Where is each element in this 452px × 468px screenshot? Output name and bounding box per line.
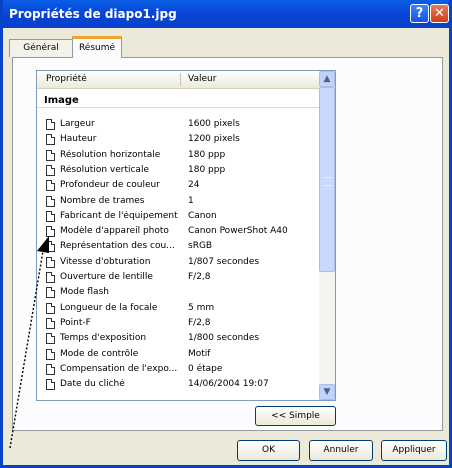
document-icon <box>46 317 55 329</box>
list-item[interactable]: Compensation de l'expo... 0 étape <box>37 363 319 377</box>
document-icon <box>46 134 55 146</box>
list-item[interactable]: Mode flash <box>37 286 319 300</box>
property-value: 180 ppp <box>188 149 226 160</box>
title-bar[interactable]: Propriétés de diapo1.jpg ? ✕ <box>3 0 449 28</box>
list-item[interactable]: Profondeur de couleur 24 <box>37 179 319 193</box>
column-header-value[interactable]: Valeur <box>188 74 216 84</box>
close-button[interactable]: ✕ <box>430 4 449 23</box>
property-value: 24 <box>188 180 200 191</box>
property-name: Représentation des cou... <box>60 241 175 252</box>
property-value: Motif <box>188 348 211 359</box>
property-value: 14/06/2004 19:07 <box>188 379 269 390</box>
list-item[interactable]: Résolution verticale 180 ppp <box>37 164 319 178</box>
property-name: Point-F <box>60 317 91 328</box>
apply-button[interactable]: Appliquer <box>381 440 447 461</box>
document-icon <box>46 119 55 130</box>
grip-icon <box>324 177 331 186</box>
tab-general[interactable]: Général <box>9 39 73 57</box>
group-header: Image <box>44 95 79 106</box>
scroll-down-button[interactable]: ▼ <box>319 384 335 400</box>
property-value: 0 étape <box>188 363 223 374</box>
document-icon <box>46 241 55 253</box>
list-item[interactable]: Représentation des cou... sRGB <box>37 240 319 254</box>
property-name: Temps d'exposition <box>60 333 147 344</box>
list-item[interactable]: Date du cliché 14/06/2004 19:07 <box>37 378 319 392</box>
window-title: Propriétés de diapo1.jpg <box>9 7 177 21</box>
document-icon <box>46 363 55 375</box>
document-icon <box>46 195 55 207</box>
list-item[interactable]: Fabricant de l'équipement Canon <box>37 210 319 224</box>
list-item[interactable]: Mode de contrôle Motif <box>37 348 319 362</box>
property-value: sRGB <box>188 241 213 252</box>
ok-button[interactable]: OK <box>237 440 300 461</box>
property-list[interactable]: Propriété Valeur Image Largeur 1600 pixel… <box>36 70 336 401</box>
property-value: 1600 pixels <box>188 119 240 129</box>
list-item[interactable]: Longueur de la focale 5 mm <box>37 302 319 316</box>
list-item[interactable]: Résolution horizontale 180 ppp <box>37 149 319 163</box>
property-value: Canon <box>188 210 217 221</box>
property-value: 1 <box>188 195 194 206</box>
document-icon <box>46 287 55 299</box>
vertical-scrollbar[interactable]: ▲ ▼ <box>319 71 335 400</box>
property-value: 180 ppp <box>188 164 226 175</box>
property-value: F/2,8 <box>188 317 211 328</box>
property-value: 1/800 secondes <box>188 333 260 344</box>
property-name: Mode de contrôle <box>60 348 139 359</box>
property-name: Hauteur <box>60 134 97 145</box>
list-item[interactable]: Vitesse d'obturation 1/807 secondes <box>37 256 319 270</box>
list-item[interactable]: Hauteur 1200 pixels <box>37 133 319 147</box>
property-name: Mode flash <box>60 287 109 298</box>
list-header: Propriété Valeur <box>37 71 319 89</box>
property-name: Fabricant de l'équipement <box>60 210 178 221</box>
group-divider <box>37 107 319 108</box>
document-icon <box>46 180 55 192</box>
property-name: Résolution horizontale <box>60 149 161 160</box>
document-icon <box>46 348 55 360</box>
document-icon <box>46 149 55 161</box>
list-item[interactable]: Nombre de trames 1 <box>37 195 319 209</box>
help-button[interactable]: ? <box>410 4 429 23</box>
property-name: Profondeur de couleur <box>60 180 160 191</box>
properties-dialog: Propriétés de diapo1.jpg ? ✕ Général Rés… <box>0 0 452 468</box>
document-icon <box>46 302 55 314</box>
property-name: Compensation de l'expo... <box>60 363 178 374</box>
property-value: 1200 pixels <box>188 134 240 145</box>
property-value: Canon PowerShot A40 <box>188 226 288 237</box>
document-icon <box>46 164 55 176</box>
document-icon <box>46 272 55 283</box>
property-name: Ouverture de lentille <box>60 272 153 282</box>
document-icon <box>46 379 55 391</box>
list-item[interactable]: Modèle d'appareil photo Canon PowerShot A… <box>37 225 319 239</box>
document-icon <box>46 256 55 268</box>
cancel-button[interactable]: Annuler <box>309 440 373 461</box>
column-header-property[interactable]: Propriété <box>46 74 87 84</box>
property-name: Vitesse d'obturation <box>60 256 151 267</box>
document-icon <box>46 210 55 222</box>
tab-resume[interactable]: Résumé <box>72 36 122 58</box>
property-value: 5 mm <box>188 302 215 313</box>
list-item[interactable]: Point-F F/2,8 <box>37 317 319 331</box>
property-name: Résolution verticale <box>60 164 149 175</box>
list-item[interactable]: Ouverture de lentille F/2,8 <box>37 271 319 285</box>
list-item[interactable]: Largeur 1600 pixels <box>37 118 319 132</box>
property-name: Longueur de la focale <box>60 302 158 313</box>
property-value: F/2,8 <box>188 272 211 282</box>
document-icon <box>46 333 55 345</box>
property-value: 1/807 secondes <box>188 256 260 267</box>
column-divider[interactable] <box>180 73 181 86</box>
property-name: Nombre de trames <box>60 195 145 206</box>
property-name: Date du cliché <box>60 379 125 390</box>
simple-button[interactable]: << Simple <box>255 406 336 426</box>
property-name: Largeur <box>60 119 95 129</box>
document-icon <box>46 226 55 238</box>
list-item[interactable]: Temps d'exposition 1/800 secondes <box>37 332 319 346</box>
scroll-thumb[interactable] <box>319 87 335 272</box>
scroll-up-button[interactable]: ▲ <box>319 71 335 87</box>
property-name: Modèle d'appareil photo <box>60 226 169 237</box>
